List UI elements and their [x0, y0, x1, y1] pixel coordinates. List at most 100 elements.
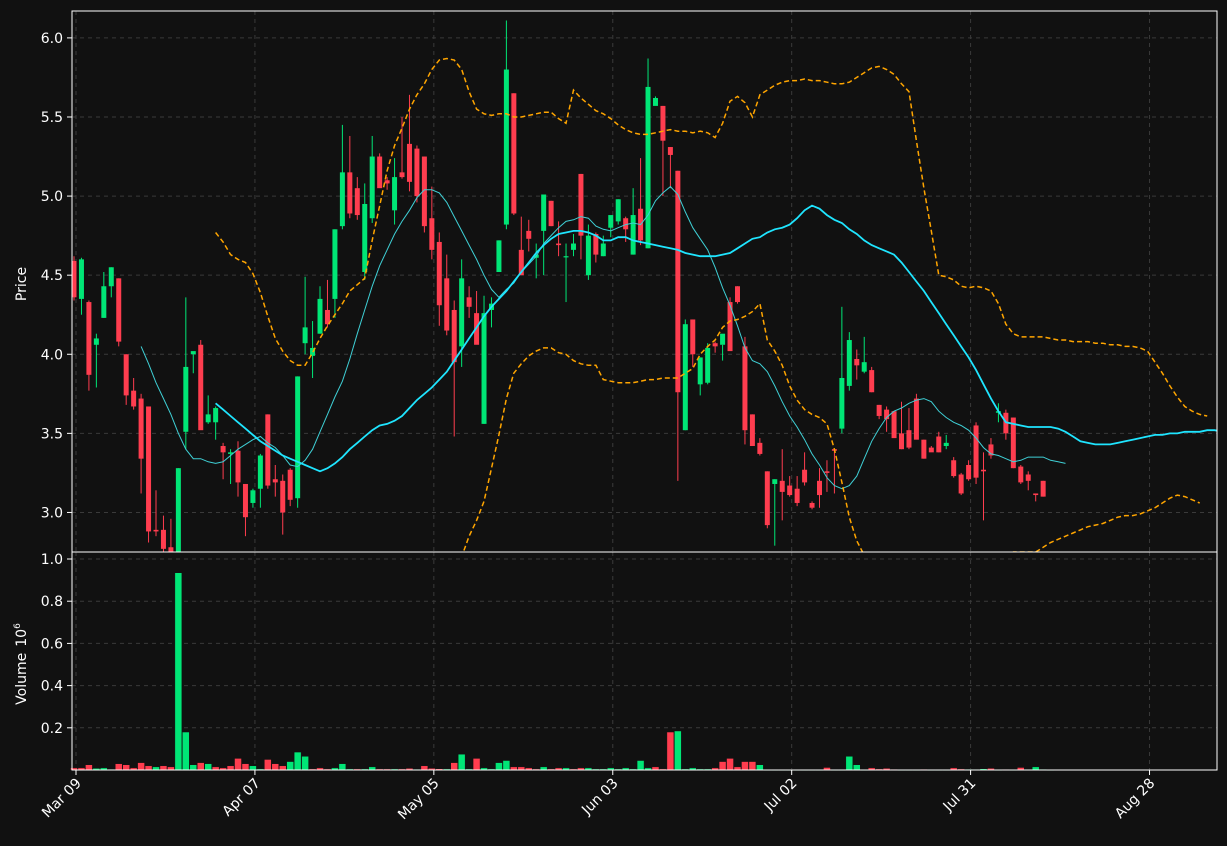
volume-bar	[756, 765, 763, 770]
candle-body	[511, 93, 516, 213]
candle-body	[213, 408, 218, 422]
candle-body	[1033, 493, 1038, 495]
candle-body	[101, 286, 106, 318]
volume-ytick-label: 0.8	[41, 594, 63, 610]
candle-body	[690, 319, 695, 354]
candle-body	[839, 378, 844, 429]
candle-body	[504, 70, 509, 225]
candle-body	[526, 231, 531, 239]
volume-bar	[727, 758, 734, 770]
volume-bar	[749, 762, 756, 770]
candle-body	[467, 297, 472, 306]
candle-body	[541, 194, 546, 230]
candle-body	[280, 481, 285, 513]
volume-bar	[145, 766, 152, 770]
volume-bar	[302, 756, 309, 770]
candle-body	[549, 201, 554, 226]
candle-body	[742, 346, 747, 430]
volume-bar	[272, 764, 279, 770]
candle-body	[258, 456, 263, 489]
candle-body	[914, 399, 919, 440]
candle-body	[757, 443, 762, 454]
candle-body	[660, 106, 665, 141]
candle-body	[265, 414, 270, 485]
candle-body	[877, 405, 882, 416]
price-axis-label: Price	[14, 267, 30, 301]
chart-canvas: 3.03.54.04.55.05.56.00.20.40.60.81.0Mar …	[0, 0, 1227, 842]
candle-body	[459, 278, 464, 346]
volume-bar	[197, 763, 204, 770]
volume-bar	[287, 762, 294, 770]
candle-body	[735, 286, 740, 302]
candle-body	[94, 338, 99, 344]
candle-body	[899, 433, 904, 449]
candle-body	[795, 489, 800, 503]
candle-body	[564, 256, 569, 257]
price-ytick-label: 6.0	[41, 31, 63, 47]
candle-body	[377, 157, 382, 189]
candle-body	[787, 486, 792, 495]
candle-body	[303, 327, 308, 343]
volume-bar	[227, 766, 234, 770]
candle-body	[705, 348, 710, 383]
candle-body	[429, 218, 434, 250]
candle-body	[608, 215, 613, 228]
price-ytick-label: 3.5	[41, 426, 63, 442]
volume-bar	[242, 764, 249, 770]
volume-multiplier-base: 10	[14, 629, 30, 647]
volume-bar	[175, 573, 182, 770]
volume-ytick-label: 0.6	[41, 636, 63, 652]
candle-body	[176, 468, 181, 560]
candle-body	[683, 324, 688, 430]
candle-body	[1041, 481, 1046, 497]
candle-body	[243, 484, 248, 517]
candle-body	[862, 362, 867, 371]
candle-body	[720, 334, 725, 345]
candle-body	[571, 244, 576, 250]
candle-body	[817, 481, 822, 495]
candle-body	[951, 460, 956, 476]
candle-body	[206, 414, 211, 422]
candle-body	[392, 177, 397, 210]
candle-body	[810, 503, 815, 508]
candle-body	[698, 357, 703, 384]
candle-body	[109, 267, 114, 286]
candle-body	[437, 242, 442, 305]
candle-body	[892, 411, 897, 438]
candle-body	[869, 370, 874, 392]
candle-body	[944, 443, 949, 446]
candle-body	[370, 157, 375, 219]
candlestick-chart: 3.03.54.04.55.05.56.00.20.40.60.81.0Mar …	[0, 0, 1227, 842]
candle-body	[668, 147, 673, 155]
candle-body	[713, 343, 718, 346]
candle-body	[250, 490, 255, 503]
volume-bar	[667, 732, 674, 770]
volume-bar	[115, 764, 122, 770]
candle-body	[981, 470, 986, 472]
volume-bar	[674, 731, 681, 770]
candle-body	[452, 310, 457, 362]
volume-multiplier-exp: 6	[13, 623, 23, 629]
volume-bar	[190, 765, 197, 770]
candle-body	[154, 530, 159, 532]
candle-body	[929, 448, 934, 453]
volume-bar	[294, 752, 301, 770]
volume-ytick-label: 0.4	[41, 679, 63, 695]
volume-ytick-label: 1.0	[41, 552, 63, 568]
candle-body	[340, 172, 345, 226]
candle-body	[750, 414, 755, 446]
candle-body	[959, 474, 964, 493]
candle-body	[131, 391, 136, 407]
candle-body	[802, 470, 807, 483]
candle-body	[966, 465, 971, 479]
candle-body	[288, 470, 293, 500]
volume-bar	[138, 763, 145, 770]
volume-ytick-label: 0.2	[41, 721, 63, 737]
candle-body	[273, 479, 278, 482]
candle-body	[586, 236, 591, 276]
candle-body	[974, 425, 979, 477]
candle-body	[414, 149, 419, 196]
volume-bar	[503, 761, 510, 770]
candle-body	[921, 440, 926, 459]
candle-body	[407, 144, 412, 182]
